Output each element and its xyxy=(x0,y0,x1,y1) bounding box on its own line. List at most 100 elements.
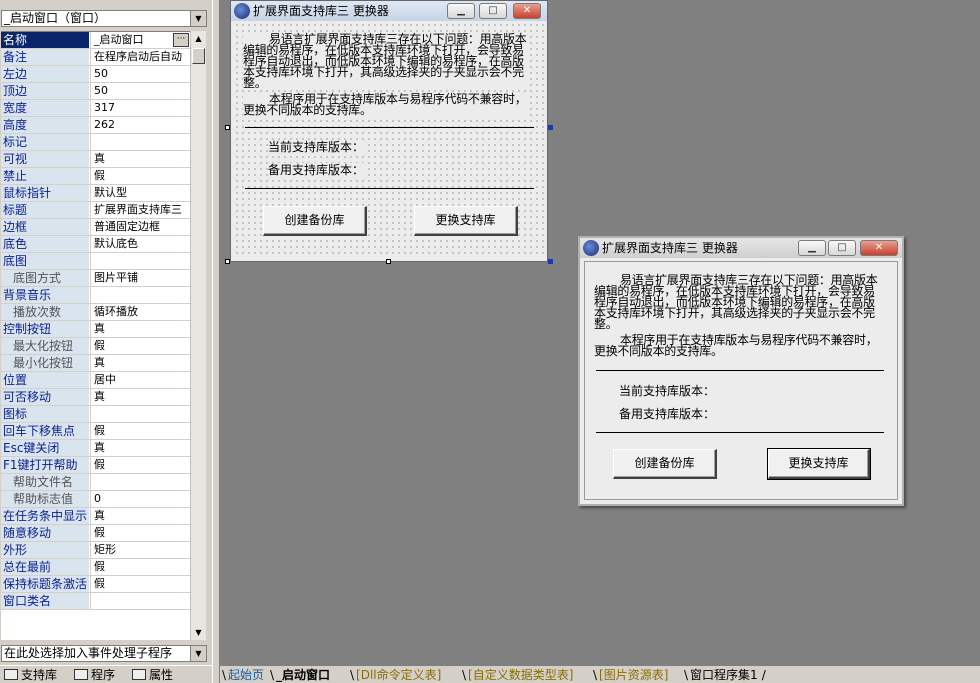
property-row[interactable]: 边框 普通固定边框 xyxy=(1,219,190,236)
property-row[interactable]: 总在最前假 xyxy=(1,559,190,576)
property-row[interactable]: 最大化按钮假 xyxy=(1,338,190,355)
property-value[interactable]: 真 xyxy=(90,151,190,167)
property-value[interactable]: 真 xyxy=(90,321,190,337)
property-value[interactable]: 矩形 xyxy=(90,542,190,558)
property-row[interactable]: 窗口类名 xyxy=(1,593,190,610)
tab-support-library[interactable]: 支持库 xyxy=(2,667,57,683)
tab-image-resources[interactable]: \ [图片资源表] xyxy=(593,667,668,683)
property-row[interactable]: 最小化按钮真 xyxy=(1,355,190,372)
scroll-thumb[interactable] xyxy=(192,48,205,64)
property-row[interactable]: 宽度 317 xyxy=(1,100,190,117)
preview-title-bar[interactable]: 扩展界面支持库三 更换器 ▁ □ ✕ xyxy=(580,238,902,258)
property-value[interactable]: 假 xyxy=(90,338,190,354)
property-row[interactable]: 标题 扩展界面支持库三 xyxy=(1,202,190,219)
resize-handle[interactable] xyxy=(548,259,553,264)
tab-window-assembly[interactable]: \ 窗口程序集1/ xyxy=(684,667,768,683)
property-value[interactable]: 真 xyxy=(90,440,190,456)
property-value[interactable]: 262 xyxy=(90,117,190,133)
property-row[interactable]: 标记 xyxy=(1,134,190,151)
property-value[interactable]: 假 xyxy=(90,525,190,541)
property-value[interactable]: 默认型 xyxy=(90,185,190,201)
scroll-up-icon[interactable]: ▲ xyxy=(191,31,206,46)
close-button[interactable]: ✕ xyxy=(860,240,898,256)
object-selector[interactable]: _启动窗口（窗口） ▼ xyxy=(1,10,207,27)
preview-dialog[interactable]: 扩展界面支持库三 更换器 ▁ □ ✕ 易语言扩展界面支持库三存在以下问题：用高版… xyxy=(578,236,904,506)
property-value[interactable]: 假 xyxy=(90,457,190,473)
tab-program[interactable]: 程序 xyxy=(72,667,115,683)
property-row[interactable]: F1键打开帮助假 xyxy=(1,457,190,474)
property-value[interactable]: 假 xyxy=(90,423,190,439)
replace-library-button[interactable]: 更换支持库 xyxy=(414,206,518,236)
property-value[interactable] xyxy=(90,593,190,609)
property-value[interactable]: 默认底色 xyxy=(90,236,190,252)
tab-start-page[interactable]: \ 起始页 xyxy=(222,667,264,683)
property-row[interactable]: 底图 xyxy=(1,253,190,270)
property-row[interactable]: 随意移动假 xyxy=(1,525,190,542)
property-value[interactable] xyxy=(90,406,190,422)
property-value[interactable]: 图片平铺 xyxy=(90,270,190,286)
property-row[interactable]: 顶边 50 xyxy=(1,83,190,100)
property-value[interactable]: 0 xyxy=(90,491,190,507)
property-value[interactable] xyxy=(90,134,190,150)
property-row[interactable]: 外形 矩形 xyxy=(1,542,190,559)
property-value[interactable]: 假 xyxy=(90,576,190,592)
minimize-button[interactable]: ▁ xyxy=(447,3,475,19)
ellipsis-button[interactable]: ··· xyxy=(173,33,189,47)
property-value[interactable]: 普通固定边框 xyxy=(90,219,190,235)
chevron-down-icon[interactable]: ▼ xyxy=(190,646,206,661)
property-scrollbar[interactable]: ▲ ▼ xyxy=(190,31,206,640)
property-row[interactable]: 回车下移焦点假 xyxy=(1,423,190,440)
property-row[interactable]: 名称 _启动窗口 ··· xyxy=(1,32,190,49)
property-value[interactable]: 在程序启动后自动 xyxy=(90,49,190,65)
property-row[interactable]: 位置 居中 xyxy=(1,372,190,389)
maximize-button[interactable]: □ xyxy=(828,240,856,256)
property-row[interactable]: 可视真 xyxy=(1,151,190,168)
property-value[interactable] xyxy=(90,253,190,269)
property-value[interactable]: 317 xyxy=(90,100,190,116)
property-value[interactable]: 扩展界面支持库三 xyxy=(90,202,190,218)
property-value[interactable]: 50 xyxy=(90,66,190,82)
property-value[interactable]: 循环播放 xyxy=(90,304,190,320)
scroll-down-icon[interactable]: ▼ xyxy=(191,625,206,640)
tab-startup-window[interactable]: \ _启动窗口 xyxy=(270,667,330,683)
property-row[interactable]: 左边 50 xyxy=(1,66,190,83)
property-value[interactable]: 真 xyxy=(90,355,190,371)
event-selector[interactable]: 在此处选择加入事件处理子程序 ▼ xyxy=(1,645,207,662)
maximize-button[interactable]: □ xyxy=(479,3,507,19)
create-backup-button[interactable]: 创建备份库 xyxy=(613,449,717,479)
property-row[interactable]: 图标 xyxy=(1,406,190,423)
property-row[interactable]: 在任务条中显示真 xyxy=(1,508,190,525)
property-row[interactable]: 备注 在程序启动后自动 xyxy=(1,49,190,66)
create-backup-button[interactable]: 创建备份库 xyxy=(263,206,367,236)
property-value[interactable]: 居中 xyxy=(90,372,190,388)
property-row[interactable]: 鼠标指针 默认型 xyxy=(1,185,190,202)
design-window[interactable]: 扩展界面支持库三 更换器 ▁ □ ✕ 易语言扩展界面支持库三存在以下问题：用高版… xyxy=(230,0,548,262)
panel-splitter[interactable] xyxy=(212,0,220,683)
property-row[interactable]: 保持标题条激活假 xyxy=(1,576,190,593)
design-title-bar[interactable]: 扩展界面支持库三 更换器 ▁ □ ✕ xyxy=(231,1,547,21)
tab-custom-types[interactable]: \ [自定义数据类型表] xyxy=(462,667,573,683)
property-value[interactable] xyxy=(90,287,190,303)
minimize-button[interactable]: ▁ xyxy=(798,240,826,256)
property-value[interactable] xyxy=(90,474,190,490)
property-row[interactable]: 背景音乐 xyxy=(1,287,190,304)
property-value[interactable]: 50 xyxy=(90,83,190,99)
property-value[interactable]: 假 xyxy=(90,168,190,184)
property-row[interactable]: 控制按钮真 xyxy=(1,321,190,338)
resize-handle[interactable] xyxy=(386,259,391,264)
resize-handle[interactable] xyxy=(225,259,230,264)
property-value[interactable]: 真 xyxy=(90,508,190,524)
property-row[interactable]: 底色 默认底色 xyxy=(1,236,190,253)
close-button[interactable]: ✕ xyxy=(513,3,541,19)
property-row[interactable]: 可否移动真 xyxy=(1,389,190,406)
tab-dll-commands[interactable]: \ [Dll命令定义表] xyxy=(350,667,441,683)
property-row[interactable]: 高度 262 xyxy=(1,117,190,134)
resize-handle[interactable] xyxy=(225,125,230,130)
property-value[interactable]: 真 xyxy=(90,389,190,405)
chevron-down-icon[interactable]: ▼ xyxy=(190,11,206,26)
property-row[interactable]: 帮助标志值 0 xyxy=(1,491,190,508)
property-row[interactable]: 禁止假 xyxy=(1,168,190,185)
replace-library-button[interactable]: 更换支持库 xyxy=(767,448,871,480)
resize-handle[interactable] xyxy=(548,125,553,130)
property-row[interactable]: Esc键关闭真 xyxy=(1,440,190,457)
